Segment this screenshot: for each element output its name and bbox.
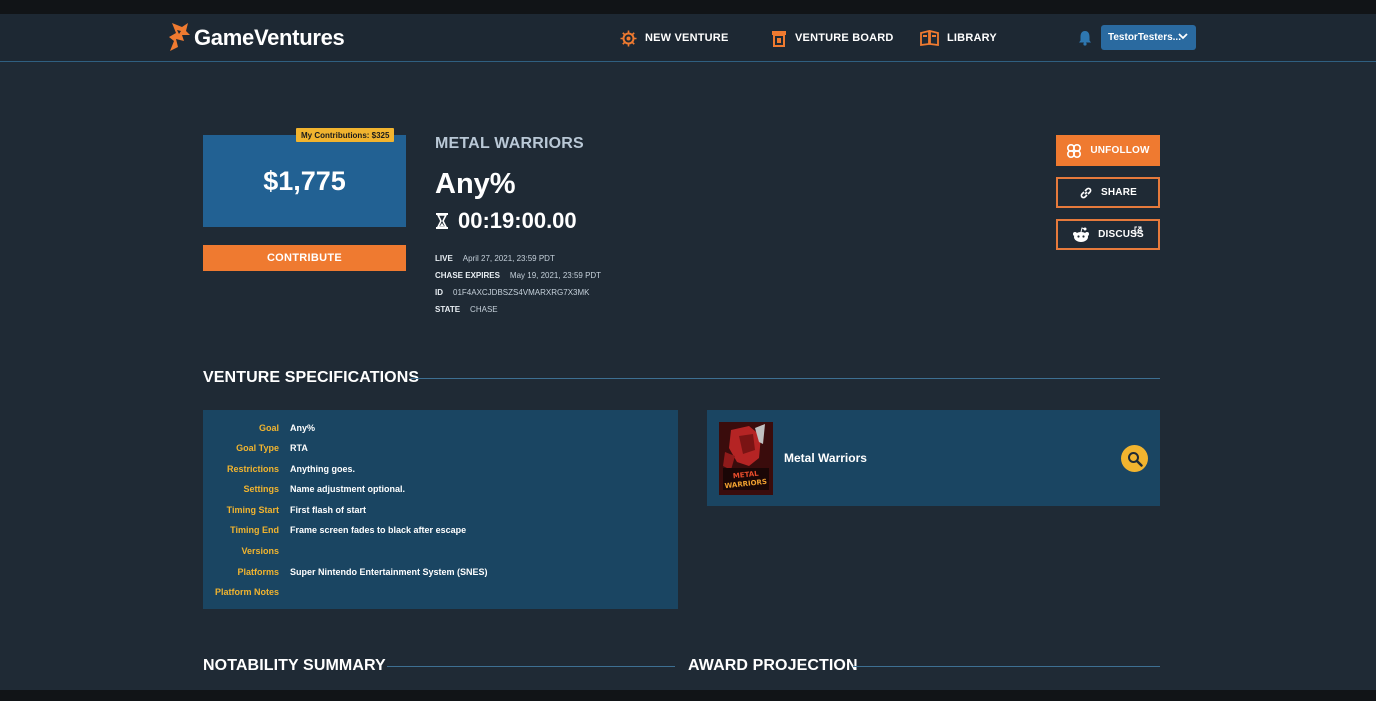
meta-chase-expires-value: May 19, 2021, 23:59 PDT — [509, 271, 602, 280]
spec-label: Settings — [243, 484, 279, 494]
meta-id: ID 01F4AXCJDBSZS4VMARXRG7X3MK — [435, 288, 590, 297]
spec-row-versions: Versions — [203, 544, 678, 558]
award-section-divider — [853, 666, 1160, 667]
meta-state: STATE CHASE — [435, 305, 498, 314]
gear-icon — [620, 30, 637, 46]
spec-label: Timing End — [230, 525, 279, 535]
chevron-down-icon — [1178, 33, 1188, 40]
my-contributions-badge: My Contributions: $325 — [296, 128, 395, 142]
spec-value: RTA — [290, 443, 308, 453]
spec-value: Any% — [290, 423, 316, 433]
library-icon — [920, 30, 939, 46]
game-cover-art[interactable]: METAL WARRIORS — [719, 422, 773, 495]
board-icon — [772, 30, 786, 47]
specs-section-title: VENTURE SPECIFICATIONS — [203, 369, 420, 386]
spec-row-settings: Settings Name adjustment optional. — [203, 482, 678, 496]
spec-label: Goal Type — [236, 443, 279, 453]
meta-live: LIVE April 27, 2021, 23:59 PDT — [435, 254, 555, 263]
venture-amount: $1,775 — [263, 165, 346, 196]
spec-row-restrictions: Restrictions Anything goes. — [203, 462, 678, 476]
share-button[interactable]: SHARE — [1056, 177, 1160, 208]
meta-id-key: ID — [435, 288, 443, 297]
specs-panel: Goal Any% Goal Type RTA Restrictions Any… — [203, 410, 678, 609]
notability-section-divider — [387, 666, 675, 667]
meta-live-value: April 27, 2021, 23:59 PDT — [462, 254, 555, 263]
nav-new-venture-label: NEW VENTURE — [645, 32, 729, 44]
game-cover-image: METAL WARRIORS — [719, 422, 773, 495]
spec-label: Restrictions — [226, 464, 279, 474]
venture-game-title[interactable]: METAL WARRIORS — [435, 135, 584, 153]
meta-chase-expires: CHASE EXPIRES May 19, 2021, 23:59 PDT — [435, 271, 601, 280]
unfollow-label: UNFOLLOW — [1090, 145, 1150, 156]
spec-value: Name adjustment optional. — [290, 484, 406, 494]
meta-live-key: LIVE — [435, 254, 453, 263]
spec-label: Timing Start — [226, 505, 279, 515]
navbar: GameVentures NEW VENTURE VENTURE BOARD L… — [0, 14, 1376, 62]
unfollow-button[interactable]: UNFOLLOW — [1056, 135, 1160, 166]
spec-value: Anything goes. — [290, 464, 355, 474]
game-name[interactable]: Metal Warriors — [784, 451, 867, 465]
user-name: TestorTesters... — [1108, 32, 1181, 43]
venture-goal: Any% — [435, 168, 516, 200]
spec-row-timing-end: Timing End Frame screen fades to black a… — [203, 523, 678, 537]
search-icon — [1127, 451, 1143, 467]
unfollow-icon — [1067, 143, 1082, 158]
spec-label: Goal — [258, 423, 279, 433]
nav-venture-board-label: VENTURE BOARD — [795, 32, 894, 44]
link-icon — [1080, 187, 1092, 198]
spec-value: Frame screen fades to black after escape — [290, 525, 467, 535]
nav-library[interactable]: LIBRARY — [920, 28, 997, 48]
nav-venture-board[interactable]: VENTURE BOARD — [771, 28, 894, 48]
spec-label: Platform Notes — [214, 587, 279, 597]
spec-label: Platforms — [237, 567, 279, 577]
spec-row-timing-start: Timing Start First flash of start — [203, 503, 678, 517]
award-section-title: AWARD PROJECTION — [688, 657, 858, 674]
game-search-button[interactable] — [1121, 445, 1148, 472]
hourglass-icon — [436, 213, 448, 229]
venture-amount-box: $1,775 — [203, 135, 406, 227]
user-menu-button[interactable]: TestorTesters... — [1101, 25, 1196, 50]
game-card[interactable]: METAL WARRIORS Metal Warriors — [707, 410, 1160, 506]
spec-row-goal: Goal Any% — [203, 421, 678, 435]
contribute-button[interactable]: CONTRIBUTE — [203, 245, 406, 271]
meta-state-value: CHASE — [470, 305, 498, 314]
external-link-icon — [1134, 226, 1142, 234]
reddit-icon — [1073, 226, 1090, 242]
nav-library-label: LIBRARY — [947, 32, 997, 44]
dragon-logo-icon — [169, 23, 190, 51]
window-top-strip — [0, 0, 1376, 14]
bell-icon[interactable] — [1077, 30, 1093, 46]
spec-value: First flash of start — [290, 505, 367, 515]
meta-chase-expires-key: CHASE EXPIRES — [435, 271, 500, 280]
specs-section-divider — [411, 378, 1160, 379]
meta-state-key: STATE — [435, 305, 461, 314]
notability-section-title: NOTABILITY SUMMARY — [203, 657, 386, 674]
venture-timer: 00:19:00.00 — [435, 208, 577, 234]
spec-label: Versions — [241, 546, 279, 556]
spec-row-platforms: Platforms Super Nintendo Entertainment S… — [203, 565, 678, 579]
spec-row-platform-notes: Platform Notes — [203, 585, 678, 599]
venture-timer-value: 00:19:00.00 — [458, 208, 577, 233]
discuss-button[interactable]: DISCUSS — [1056, 219, 1160, 250]
spec-row-goal-type: Goal Type RTA — [203, 441, 678, 455]
meta-id-value: 01F4AXCJDBSZS4VMARXRG7X3MK — [453, 288, 590, 297]
nav-new-venture[interactable]: NEW VENTURE — [620, 28, 728, 48]
window-bottom-strip — [0, 690, 1376, 701]
spec-value: Super Nintendo Entertainment System (SNE… — [290, 567, 488, 577]
share-label: SHARE — [1100, 187, 1137, 198]
brand-logo[interactable]: GameVentures — [168, 20, 345, 56]
brand-name: GameVentures — [194, 25, 345, 50]
